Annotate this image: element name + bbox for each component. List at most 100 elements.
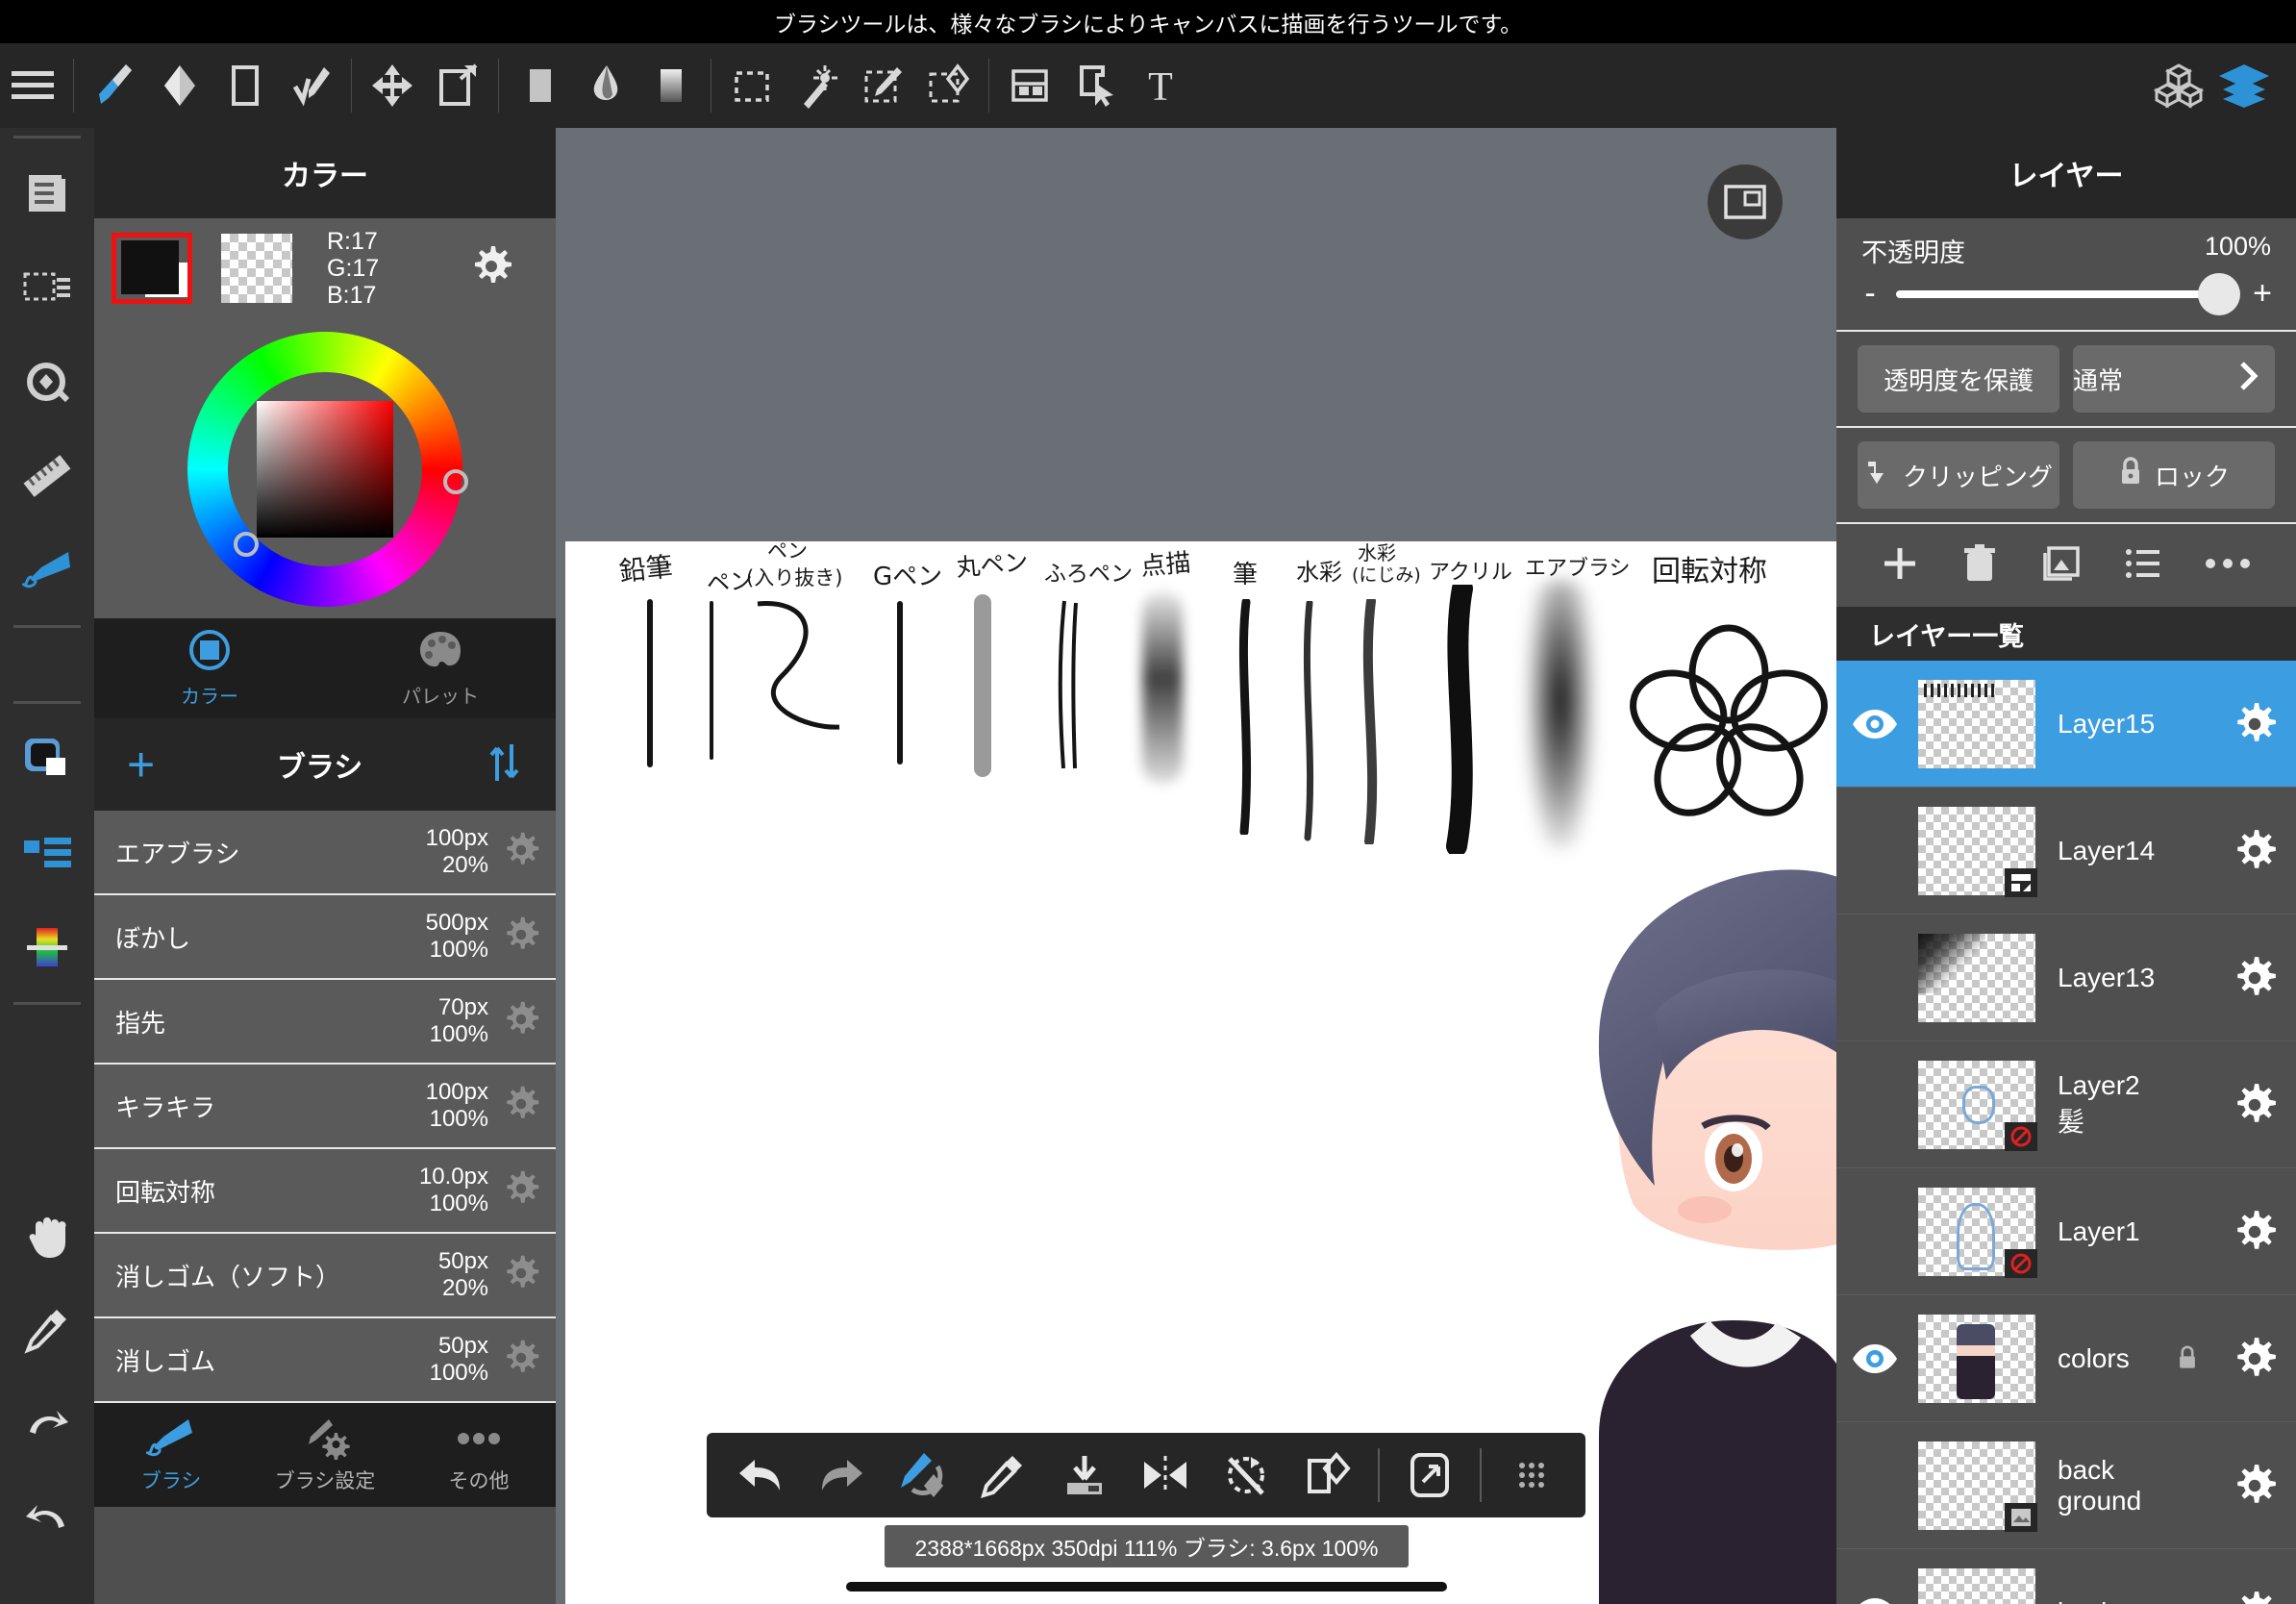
layer-settings-gear-icon[interactable]	[2213, 788, 2296, 914]
layer-visibility-icon[interactable]	[1836, 1041, 1913, 1167]
magic-wand-tool-icon[interactable]	[785, 43, 850, 128]
brush-list-item[interactable]: 回転対称 10.0px 100%	[94, 1149, 556, 1234]
sidebar-item-hand[interactable]	[0, 1189, 94, 1283]
hue-knob[interactable]	[443, 469, 468, 494]
brush-settings-gear-icon[interactable]	[502, 1169, 540, 1213]
layer-thumbnail[interactable]	[1913, 915, 2040, 1040]
layer-row[interactable]: Layer14	[1836, 788, 2296, 915]
polyline-tool-icon[interactable]	[278, 43, 343, 128]
sidebar-item-ruler[interactable]	[0, 429, 94, 523]
layer-row[interactable]: colors	[1836, 1295, 2296, 1422]
layer-thumbnail[interactable]	[1913, 1422, 2040, 1548]
bucket-tool-icon[interactable]	[572, 43, 637, 128]
brush-settings-gear-icon[interactable]	[502, 1085, 540, 1128]
reset-rotation-button[interactable]	[1206, 1433, 1286, 1517]
opacity-increase-button[interactable]: +	[2250, 275, 2275, 313]
layer-visibility-icon[interactable]	[1836, 1549, 1913, 1604]
brush-settings-gear-icon[interactable]	[502, 1000, 540, 1043]
layer-visibility-icon[interactable]	[1836, 1168, 1913, 1294]
layer-settings-gear-icon[interactable]	[2213, 915, 2296, 1040]
layer-settings-gear-icon[interactable]	[2213, 1041, 2296, 1167]
layer-settings-gear-icon[interactable]	[2213, 1422, 2296, 1548]
brush-tool-icon[interactable]	[82, 43, 147, 128]
brush-list-item[interactable]: エアブラシ 100px 20%	[94, 811, 556, 895]
layer-row[interactable]: Layer1	[1836, 1168, 2296, 1295]
layer-visibility-icon[interactable]	[1836, 788, 1913, 914]
text-tool-icon[interactable]: T	[1128, 43, 1193, 128]
brush-settings-gear-icon[interactable]	[502, 1254, 540, 1297]
lock-button[interactable]: ロック	[2073, 441, 2275, 509]
clipping-button[interactable]: クリッピング	[1858, 441, 2059, 509]
opacity-slider[interactable]	[1896, 272, 2240, 315]
layer-row[interactable]: Layer15	[1836, 661, 2296, 788]
tab-color[interactable]: カラー	[94, 618, 325, 718]
brush-eraser-toggle-button[interactable]	[882, 1433, 962, 1517]
delete-layer-icon[interactable]	[1961, 542, 1998, 589]
hue-wheel[interactable]	[187, 332, 468, 607]
sidebar-item-palette[interactable]	[0, 900, 94, 994]
sidebar-item-eyedropper[interactable]	[0, 1283, 94, 1377]
layers-panel-icon[interactable]	[2211, 43, 2277, 128]
layer-list-icon[interactable]	[2123, 545, 2161, 587]
layer-visibility-icon[interactable]	[1836, 1295, 1913, 1421]
operation-tool-icon[interactable]	[1062, 43, 1128, 128]
tab-palette[interactable]: パレット	[325, 618, 556, 718]
merge-down-button[interactable]	[1044, 1433, 1125, 1517]
btab-brush[interactable]: ブラシ	[94, 1403, 248, 1507]
layer-settings-gear-icon[interactable]	[2213, 1295, 2296, 1421]
layer-visibility-icon[interactable]	[1836, 661, 1913, 787]
layer-row[interactable]: back ground	[1836, 1422, 2296, 1549]
layer-settings-gear-icon[interactable]	[2213, 661, 2296, 787]
rect-select-tool-icon[interactable]	[719, 43, 785, 128]
eraser-tool-icon[interactable]	[147, 43, 212, 128]
protect-alpha-button[interactable]: 透明度を保護	[1858, 345, 2059, 413]
gradient-tool-icon[interactable]	[637, 43, 703, 128]
add-brush-button[interactable]: +	[127, 740, 155, 789]
layer-more-icon[interactable]	[2203, 554, 2253, 578]
saturation-value-square[interactable]	[257, 401, 393, 538]
sidebar-item-brush[interactable]	[0, 523, 94, 617]
sidebar-item-canvas[interactable]	[0, 146, 94, 240]
sort-updown-icon[interactable]	[485, 740, 523, 789]
opacity-decrease-button[interactable]: -	[1858, 275, 1883, 313]
layer-thumbnail[interactable]	[1913, 661, 2040, 787]
brush-list-item[interactable]: 指先 70px 100%	[94, 980, 556, 1065]
sv-knob[interactable]	[234, 532, 259, 557]
sidebar-item-color[interactable]	[0, 712, 94, 806]
picture-in-picture-icon[interactable]	[1708, 164, 1783, 239]
opacity-slider-knob[interactable]	[2198, 272, 2240, 315]
layer-thumbnail[interactable]	[1913, 788, 2040, 914]
move-tool-icon[interactable]	[360, 43, 425, 128]
select-eraser-tool-icon[interactable]	[915, 43, 981, 128]
eyedropper-button[interactable]	[963, 1433, 1044, 1517]
brush-list-item[interactable]: 消しゴム 50px 100%	[94, 1318, 556, 1403]
sidebar-item-layer[interactable]	[0, 806, 94, 900]
redo-button[interactable]	[801, 1433, 882, 1517]
color-settings-gear-icon[interactable]	[469, 244, 513, 293]
add-layer-button[interactable]	[1286, 1433, 1367, 1517]
hamburger-menu-icon[interactable]	[0, 43, 65, 128]
layer-thumbnail[interactable]	[1913, 1041, 2040, 1167]
btab-other[interactable]: その他	[402, 1403, 556, 1507]
brush-list-item[interactable]: ぼかし 500px 100%	[94, 895, 556, 980]
layer-visibility-icon[interactable]	[1836, 915, 1913, 1040]
panel-tool-icon[interactable]	[997, 43, 1062, 128]
drag-handle[interactable]	[1491, 1433, 1572, 1517]
sidebar-item-selection[interactable]	[0, 240, 94, 335]
brush-list-item[interactable]: キラキラ 100px 100%	[94, 1065, 556, 1149]
canvas-area[interactable]: 鉛筆 ペン ペン (入り抜き) Gペン 丸ペン ふろペン 点描 筆 水彩 水彩 …	[556, 128, 1836, 1604]
layer-list[interactable]: Layer15 Layer14 Layer13 Layer2髪 Layer1 colors…	[1836, 661, 2296, 1604]
layer-thumbnail[interactable]	[1913, 1549, 2040, 1604]
sidebar-item-redo[interactable]	[0, 1377, 94, 1471]
brush-settings-gear-icon[interactable]	[502, 915, 540, 959]
transparent-color-swatch[interactable]	[221, 234, 292, 303]
undo-button[interactable]	[720, 1433, 801, 1517]
horizontal-scrollbar[interactable]	[846, 1582, 1447, 1591]
layer-settings-gear-icon[interactable]	[2213, 1549, 2296, 1604]
duplicate-layer-icon[interactable]	[2039, 544, 2082, 588]
btab-brush-settings[interactable]: ブラシ設定	[248, 1403, 402, 1507]
brush-settings-gear-icon[interactable]	[502, 1339, 540, 1382]
brush-settings-gear-icon[interactable]	[502, 831, 540, 874]
fill-rect-tool-icon[interactable]	[212, 43, 278, 128]
layer-thumbnail[interactable]	[1913, 1168, 2040, 1294]
